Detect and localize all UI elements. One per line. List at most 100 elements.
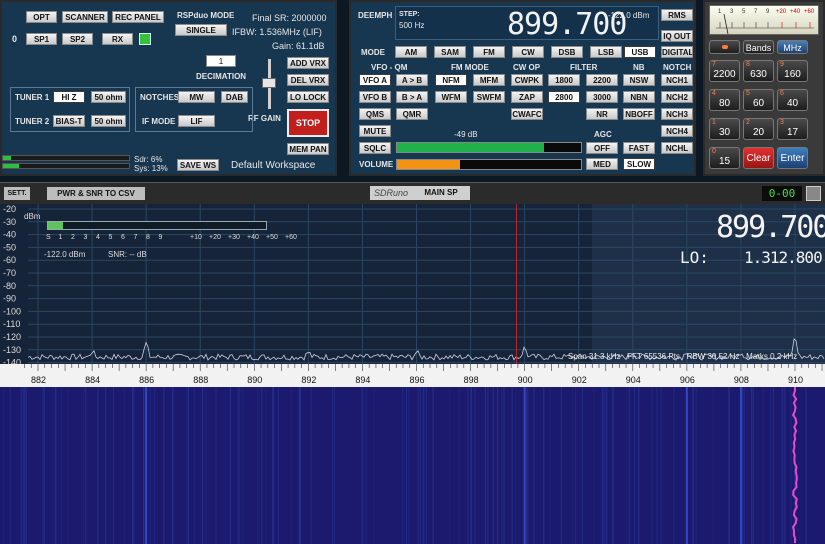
key-5[interactable]: 5 60 — [743, 89, 774, 111]
agc-slow-button[interactable]: SLOW — [623, 158, 655, 170]
mhz-key[interactable]: MHz — [777, 40, 808, 54]
key-9[interactable]: 9 160 — [777, 60, 808, 82]
lo-lock-button[interactable]: LO LOCK — [287, 91, 329, 103]
key-4[interactable]: 4 80 — [709, 89, 740, 111]
key-2[interactable]: 2 20 — [743, 118, 774, 140]
waterfall-area[interactable] — [0, 387, 825, 544]
mute-button[interactable]: MUTE — [359, 125, 391, 137]
nr-button[interactable]: NR — [586, 108, 618, 120]
key-8[interactable]: 8 630 — [743, 60, 774, 82]
mode-am-button[interactable]: AM — [395, 46, 427, 58]
volume-slider[interactable] — [396, 159, 582, 170]
nch3-button[interactable]: NCH3 — [661, 108, 693, 120]
mode-dsb-button[interactable]: DSB — [551, 46, 583, 58]
key-6[interactable]: 6 40 — [777, 89, 808, 111]
key-7[interactable]: 7 2200 — [709, 60, 740, 82]
nboff-button[interactable]: NBOFF — [623, 108, 655, 120]
tuner2-50ohm-button[interactable]: 50 ohm — [91, 115, 126, 127]
filter-3000-button[interactable]: 3000 — [586, 91, 618, 103]
close-icon[interactable] — [806, 186, 821, 201]
sp1-button[interactable]: SP1 — [26, 33, 57, 45]
iq-out-button[interactable]: IQ OUT — [661, 30, 693, 42]
step-value[interactable]: 500 Hz — [399, 21, 424, 30]
vfo-a-button[interactable]: VFO A — [359, 74, 391, 86]
agc-fast-button[interactable]: FAST — [623, 142, 655, 154]
a-to-b-button[interactable]: A > B — [396, 74, 428, 86]
decimation-value[interactable]: 1 — [206, 55, 236, 67]
b-to-a-button[interactable]: B > A — [396, 91, 428, 103]
nfm-button[interactable]: NFM — [435, 74, 467, 86]
volume-label: VOLUME — [359, 160, 394, 169]
notch-header: NOTCH — [663, 63, 692, 72]
swfm-button[interactable]: SWFM — [473, 91, 505, 103]
nch4-button[interactable]: NCH4 — [661, 125, 693, 137]
pwr-snr-csv-button[interactable]: PWR & SNR TO CSV — [47, 187, 145, 200]
dab-notch-button[interactable]: DAB — [221, 91, 248, 103]
scanner-button[interactable]: SCANNER — [62, 11, 108, 23]
key-0[interactable]: 0 15 — [709, 147, 740, 169]
nch2-button[interactable]: NCH2 — [661, 91, 693, 103]
x-tick-label: 896 — [410, 375, 425, 385]
key-1[interactable]: 1 30 — [709, 118, 740, 140]
rf-gain-slider-handle[interactable] — [262, 78, 276, 88]
waterfall-streak — [743, 387, 745, 544]
mode-usb-button[interactable]: USB — [624, 46, 656, 58]
mode-lsb-button[interactable]: LSB — [590, 46, 622, 58]
stop-button[interactable]: STOP — [287, 109, 329, 137]
qms-button[interactable]: QMS — [359, 108, 391, 120]
rx-button[interactable]: RX — [102, 33, 133, 45]
digital-button[interactable]: DIGITAL — [661, 46, 693, 58]
mem-pan-button[interactable]: MEM PAN — [287, 143, 329, 155]
zap-button[interactable]: ZAP — [511, 91, 543, 103]
dbm-unit-label: dBm — [24, 212, 41, 221]
waterfall-streak — [143, 387, 145, 544]
hiz-button[interactable]: HI Z — [53, 91, 85, 103]
rx-active-indicator[interactable] — [139, 33, 151, 45]
agc-med-button[interactable]: MED — [586, 158, 618, 170]
tuner1-50ohm-button[interactable]: 50 ohm — [91, 91, 126, 103]
smeter-tick-label: 5 — [108, 234, 113, 241]
add-vrx-button[interactable]: ADD VRX — [287, 57, 329, 69]
nch1-button[interactable]: NCH1 — [661, 74, 693, 86]
nchl-button[interactable]: NCHL — [661, 142, 693, 154]
lif-button[interactable]: LIF — [178, 115, 215, 127]
mfm-button[interactable]: MFM — [473, 74, 505, 86]
key-3[interactable]: 3 17 — [777, 118, 808, 140]
opt-button[interactable]: OPT — [26, 11, 57, 23]
nsw-button[interactable]: NSW — [623, 74, 655, 86]
mw-notch-button[interactable]: MW — [178, 91, 215, 103]
biast-button[interactable]: BIAS-T — [53, 115, 85, 127]
sett-button[interactable]: SETT. — [4, 187, 30, 200]
cw-op-header: CW OP — [513, 63, 541, 72]
filter-2800-button[interactable]: 2800 — [548, 91, 580, 103]
enter-key[interactable]: Enter — [777, 147, 808, 169]
bands-key[interactable]: Bands — [743, 40, 774, 54]
mode-sam-button[interactable]: SAM — [434, 46, 466, 58]
sp2-button[interactable]: SP2 — [62, 33, 93, 45]
nbn-button[interactable]: NBN — [623, 91, 655, 103]
snr-text: SNR: -- dB — [108, 250, 147, 259]
save-ws-button[interactable]: SAVE WS — [177, 159, 219, 171]
sqlc-button[interactable]: SQLC — [359, 142, 391, 154]
vfo-b-button[interactable]: VFO B — [359, 91, 391, 103]
mode-cw-button[interactable]: CW — [512, 46, 544, 58]
del-vrx-button[interactable]: DEL VRX — [287, 74, 329, 86]
waterfall-streak — [533, 387, 535, 544]
filter-1800-button[interactable]: 1800 — [548, 74, 580, 86]
counter-display: 0-00 — [762, 186, 802, 201]
cwafc-button[interactable]: CWAFC — [511, 108, 543, 120]
mode-fm-button[interactable]: FM — [473, 46, 505, 58]
waterfall-streak — [741, 387, 743, 544]
qmr-button[interactable]: QMR — [396, 108, 428, 120]
filter-2200-button[interactable]: 2200 — [586, 74, 618, 86]
cwpk-button[interactable]: CWPK — [511, 74, 543, 86]
clear-key[interactable]: Clear — [743, 147, 774, 169]
agc-off-button[interactable]: OFF — [586, 142, 618, 154]
dot-key[interactable] — [709, 40, 740, 54]
wfm-button[interactable]: WFM — [435, 91, 467, 103]
rms-button[interactable]: RMS — [661, 9, 693, 21]
rec-panel-button[interactable]: REC PANEL — [112, 11, 164, 23]
single-mode-button[interactable]: SINGLE — [175, 24, 227, 36]
squelch-slider[interactable] — [396, 142, 582, 153]
spectrum-area[interactable]: -20 -30 -40 -50 -60 -70 -80 -90 -100 -110 -120 -130… — [0, 204, 825, 387]
